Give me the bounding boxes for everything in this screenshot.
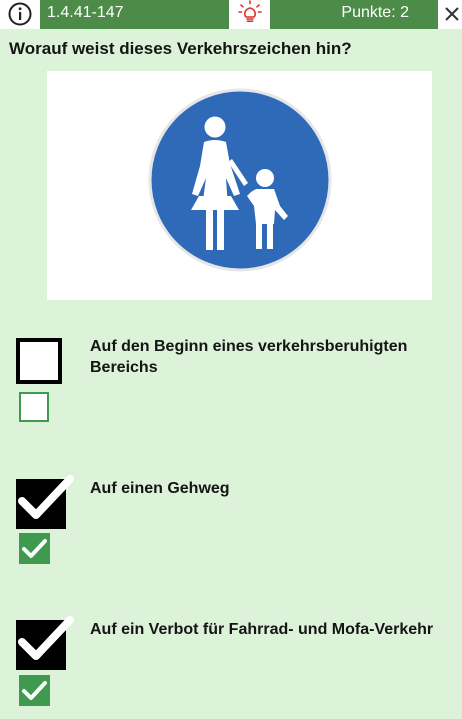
checkmark-icon xyxy=(22,681,47,700)
sign-image-panel xyxy=(47,71,432,300)
pedestrian-sign-icon xyxy=(148,88,332,272)
answer-label-3: Auf ein Verbot für Fahrrad- und Mofa-Ver… xyxy=(90,621,434,638)
lightbulb-icon xyxy=(238,0,262,23)
answer-checkbox-1[interactable] xyxy=(16,338,62,384)
close-icon xyxy=(445,7,459,21)
points-bar: Punkte: 2 xyxy=(270,0,438,29)
answer-option-2: Auf einen Gehweg xyxy=(0,475,462,578)
answer-label-1: Auf den Beginn eines verkehrsberuhigten … xyxy=(90,338,408,376)
answer-label-2: Auf einen Gehweg xyxy=(90,480,230,497)
solution-checkbox-2 xyxy=(19,533,50,564)
answer-checkbox-2[interactable] xyxy=(16,475,74,529)
answer-checkbox-3[interactable] xyxy=(16,616,74,670)
solution-checkbox-1 xyxy=(19,392,49,422)
question-text: Worauf weist dieses Verkehrszeichen hin? xyxy=(9,39,352,58)
points-label: Punkte: 2 xyxy=(341,4,409,21)
hint-button[interactable] xyxy=(229,0,270,29)
close-button[interactable] xyxy=(438,0,462,29)
checkmark-icon xyxy=(18,475,74,519)
info-button[interactable] xyxy=(0,0,40,29)
solution-checkbox-3 xyxy=(19,675,50,706)
info-icon xyxy=(8,2,32,26)
question-id: 1.4.41-147 xyxy=(47,4,124,21)
answer-option-1: Auf den Beginn eines verkehrsberuhigten … xyxy=(0,336,462,436)
checkmark-icon xyxy=(22,539,47,558)
checkmark-icon xyxy=(18,616,74,660)
answer-option-3: Auf ein Verbot für Fahrrad- und Mofa-Ver… xyxy=(0,616,462,719)
top-bar: 1.4.41-147 Punkte: 2 xyxy=(0,0,462,29)
